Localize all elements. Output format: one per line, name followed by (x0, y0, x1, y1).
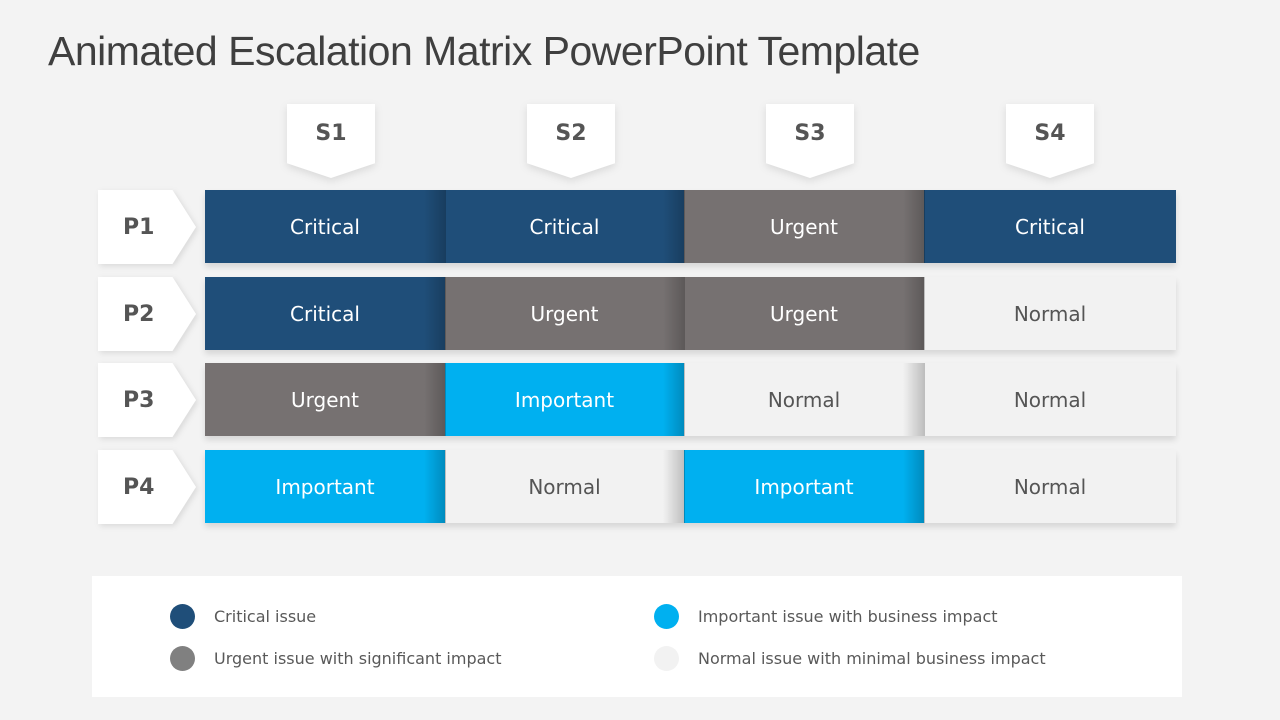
legend-swatch-important (654, 604, 679, 629)
cell-label: Normal (1013, 474, 1087, 499)
matrix-cell-p4-s3: Important (684, 450, 925, 523)
cell-label: Urgent (769, 301, 839, 326)
row-header-wrap: P2 (98, 277, 196, 351)
legend-label: Normal issue with minimal business impac… (698, 649, 1046, 668)
legend-panel: Critical issue Urgent issue with signific… (92, 576, 1182, 697)
cell-label: Urgent (290, 387, 360, 412)
cell-label: Critical (290, 214, 360, 239)
column-header-s2: S2 (527, 104, 615, 178)
cell-label: Important (275, 474, 375, 499)
cell-label: Normal (528, 474, 601, 499)
legend-label: Urgent issue with significant impact (214, 649, 502, 668)
cell-label: Critical (529, 214, 600, 239)
row-header-p4: P4 (98, 450, 196, 524)
matrix-cell-p3-s4: Normal (924, 363, 1176, 436)
matrix-cell-p4-s4: Normal (924, 450, 1176, 523)
cell-label: Normal (1013, 301, 1087, 326)
legend-label: Critical issue (214, 607, 317, 626)
matrix-cell-p3-s3: Normal (684, 363, 925, 436)
cell-label: Important (514, 387, 615, 412)
cell-label: Important (754, 474, 854, 499)
matrix-cell-p1-s4: Critical (924, 190, 1176, 263)
matrix-cell-p2-s3: Urgent (684, 277, 925, 350)
cell-label: Urgent (530, 301, 599, 326)
matrix-cell-p2-s4: Normal (924, 277, 1176, 350)
legend-label: Important issue with business impact (698, 607, 998, 626)
row-header-wrap: P4 (98, 450, 196, 524)
matrix-cell-p2-s2: Urgent (445, 277, 685, 350)
legend-item-important: Important issue with business impact (654, 604, 998, 629)
matrix-cell-p1-s1: Critical (205, 190, 446, 263)
matrix-cell-p3-s2: Important (445, 363, 685, 436)
legend-item-normal: Normal issue with minimal business impac… (654, 646, 1046, 671)
row-header-p1: P1 (98, 190, 196, 264)
column-header-s4: S4 (1006, 104, 1094, 178)
column-header-s1: S1 (287, 104, 375, 178)
matrix-cell-p3-s1: Urgent (205, 363, 446, 436)
matrix-cell-p2-s1: Critical (205, 277, 446, 350)
slide-title: Animated Escalation Matrix PowerPoint Te… (48, 28, 920, 74)
legend-item-critical: Critical issue (170, 604, 316, 629)
row-header-wrap: P1 (98, 190, 196, 264)
matrix-cell-p4-s2: Normal (445, 450, 685, 523)
legend-item-urgent: Urgent issue with significant impact (170, 646, 502, 671)
cell-label: Normal (1013, 387, 1087, 412)
row-header-p2: P2 (98, 277, 196, 351)
matrix-cell-p1-s2: Critical (445, 190, 685, 263)
matrix-cell-p1-s3: Urgent (684, 190, 925, 263)
cell-label: Critical (290, 301, 360, 326)
legend-swatch-critical (170, 604, 195, 629)
matrix-cell-p4-s1: Important (205, 450, 446, 523)
legend-swatch-urgent (170, 646, 195, 671)
row-header-wrap: P3 (98, 363, 196, 437)
cell-label: Urgent (769, 214, 839, 239)
row-header-p3: P3 (98, 363, 196, 437)
cell-label: Critical (1015, 214, 1085, 239)
cell-label: Normal (767, 387, 841, 412)
legend-swatch-normal (654, 646, 679, 671)
column-header-s3: S3 (766, 104, 854, 178)
